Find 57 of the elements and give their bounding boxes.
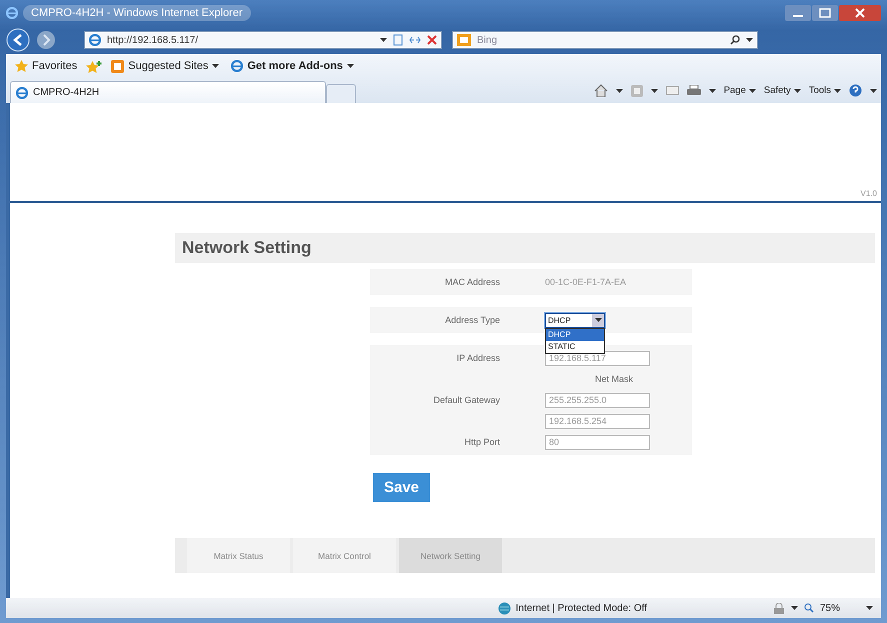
caret-icon[interactable] xyxy=(866,606,873,610)
field-label: Address Type xyxy=(444,315,500,325)
field-value: 00-1C-0E-F1-7A-EA xyxy=(545,277,628,287)
caret-icon[interactable] xyxy=(870,88,877,92)
command-menu[interactable]: Safety xyxy=(764,85,801,96)
forward-button[interactable] xyxy=(36,30,56,50)
caret-icon[interactable] xyxy=(650,88,658,92)
browser-icon xyxy=(231,60,244,72)
caret-icon[interactable] xyxy=(834,88,841,92)
browser-tab[interactable]: CMPRO-4H2H xyxy=(10,81,326,103)
maximize-button[interactable] xyxy=(812,5,838,21)
version-label: V1.0 xyxy=(860,189,877,198)
field-label: MAC Address xyxy=(444,277,500,287)
browser-icon xyxy=(16,86,28,98)
caret-icon[interactable] xyxy=(380,38,387,42)
caret-icon[interactable] xyxy=(212,64,220,68)
back-button[interactable] xyxy=(6,28,30,52)
caret-icon[interactable] xyxy=(346,64,354,68)
window-title: CMPRO-4H2H - Windows Internet Explorer xyxy=(23,5,251,21)
caret-icon[interactable] xyxy=(748,88,756,92)
caret-icon[interactable] xyxy=(790,606,798,610)
zoom-icon xyxy=(804,603,814,613)
close-button[interactable] xyxy=(839,5,881,21)
minimize-button[interactable] xyxy=(785,5,811,21)
favorites-item[interactable]: Get more Add-ons xyxy=(228,58,357,74)
help-icon[interactable] xyxy=(849,84,862,97)
print-icon[interactable] xyxy=(686,84,701,96)
add-favorite-icon[interactable] xyxy=(86,60,102,72)
section-heading: Network Setting xyxy=(182,238,312,258)
dropdown-option[interactable]: STATIC xyxy=(546,340,604,352)
caret-icon[interactable] xyxy=(616,88,623,92)
refresh-icon[interactable] xyxy=(409,35,421,45)
caret-icon[interactable] xyxy=(794,88,801,92)
command-menu[interactable]: Tools xyxy=(808,85,841,96)
caret-icon[interactable] xyxy=(594,318,602,322)
zoom-control[interactable]: 75% xyxy=(804,602,840,614)
field-label: Http Port xyxy=(463,437,500,447)
field-label: IP Address xyxy=(456,353,500,363)
favorites-item[interactable]: Suggested Sites xyxy=(108,58,222,74)
lock-icon xyxy=(772,602,785,614)
search-icon[interactable] xyxy=(730,35,740,45)
address-field[interactable]: http://192.168.5.117/ xyxy=(84,31,442,49)
field-label: Default Gateway xyxy=(432,395,500,405)
caret-icon[interactable] xyxy=(746,38,753,42)
dropdown-option[interactable]: DHCP xyxy=(546,328,604,340)
favorites-item[interactable]: Favorites xyxy=(12,58,80,74)
search-placeholder: Bing xyxy=(477,34,498,46)
field-label: Net Mask xyxy=(594,374,634,384)
star-icon xyxy=(15,60,28,72)
browser-icon xyxy=(6,7,18,19)
command-menu[interactable]: Page xyxy=(724,85,756,96)
caret-icon[interactable] xyxy=(708,88,716,92)
security-zone: Internet | Protected Mode: Off xyxy=(516,602,647,614)
stop-icon[interactable] xyxy=(427,35,437,45)
home-icon[interactable] xyxy=(594,84,608,97)
globe-icon xyxy=(498,602,511,614)
browser-icon xyxy=(89,34,101,46)
